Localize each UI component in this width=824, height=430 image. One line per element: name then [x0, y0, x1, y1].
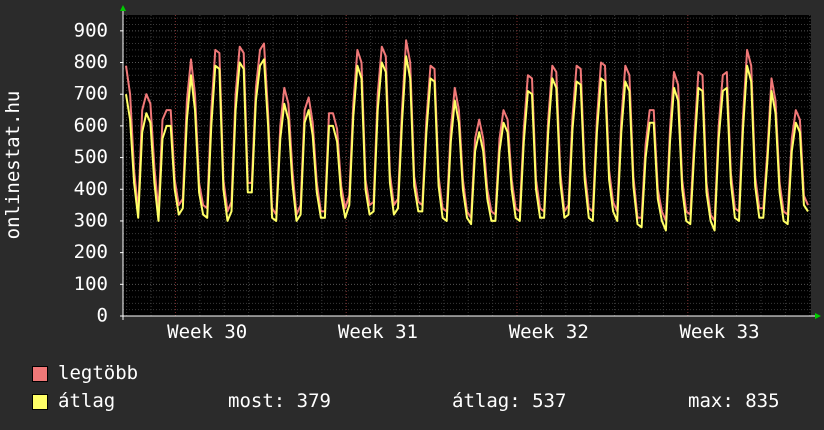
- stat-max: max: 835: [688, 390, 780, 412]
- legend-label-legtobb: legtöbb: [58, 362, 139, 384]
- y-tick-label: 600: [74, 114, 108, 136]
- stat-now: most: 379: [228, 390, 331, 412]
- legend-label-atlag: átlag: [58, 390, 116, 412]
- legend-row-legtobb: legtöbb: [32, 362, 812, 390]
- x-tick-label: Week 31: [338, 321, 418, 343]
- y-axis-arrow: [120, 5, 126, 11]
- y-tick-label: 0: [97, 305, 108, 327]
- legend-swatch-atlag: [32, 394, 48, 410]
- legend-swatch-legtobb: [32, 366, 48, 382]
- x-axis-arrow: [815, 313, 821, 319]
- legend: legtöbb átlag most: 379 átlag: 537 max: …: [32, 362, 812, 418]
- y-tick-label: 400: [74, 178, 108, 200]
- y-tick-label: 300: [74, 209, 108, 231]
- plot-area: [123, 15, 811, 316]
- y-tick-label: 900: [74, 19, 108, 41]
- legend-row-atlag: átlag most: 379 átlag: 537 max: 835: [32, 390, 812, 418]
- stat-average: átlag: 537: [452, 390, 567, 412]
- x-tick-label: Week 32: [509, 321, 589, 343]
- y-tick-label: 100: [74, 273, 108, 295]
- y-tick-label: 800: [74, 51, 108, 73]
- y-tick-label: 200: [74, 241, 108, 263]
- y-tick-label: 500: [74, 146, 108, 168]
- y-axis-label: onlinestat.hu: [2, 91, 24, 240]
- x-tick-labels: Week 30 Week 31 Week 32 Week 33: [167, 321, 759, 343]
- x-tick-label: Week 30: [167, 321, 247, 343]
- y-tick-label: 700: [74, 83, 108, 105]
- y-tick-labels: 0 100 200 300 400 500 600 700 800 900: [74, 19, 108, 326]
- x-tick-label: Week 33: [679, 321, 759, 343]
